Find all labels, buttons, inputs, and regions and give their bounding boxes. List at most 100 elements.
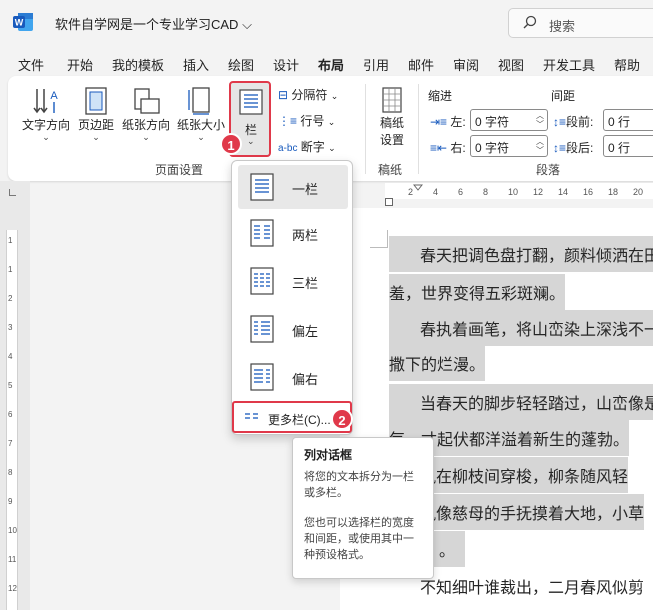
hyphenation-icon: a-bc (278, 143, 298, 154)
tab-home[interactable]: 开始 (67, 55, 93, 74)
indent-right-icon: ≡⇤ (430, 141, 448, 155)
line-numbers-button[interactable]: ⋮≡ 行号 ⌄ (278, 112, 335, 129)
columns-icon (239, 89, 263, 115)
space-after-input[interactable]: 0 行 (603, 135, 653, 157)
chevron-down-icon: ⌄ (327, 117, 336, 127)
chevron-down-icon: ⌄ (328, 143, 336, 153)
draft-paper-icon (382, 87, 402, 113)
left-column-icon (250, 315, 274, 343)
word-logo-icon: W (13, 13, 33, 31)
document-line: 羞，世界变得五彩斑斓。 (389, 274, 653, 310)
tab-help[interactable]: 帮助 (614, 55, 640, 74)
space-before-label: ↕≡段前: (553, 115, 594, 129)
size-button[interactable]: 纸张大小 ⌄ (175, 86, 227, 143)
indent-label: 缩进 (428, 89, 453, 103)
space-before-input[interactable]: 0 行 (603, 109, 653, 131)
ruler-number: 20 (633, 187, 644, 197)
one-column-icon (250, 173, 274, 201)
vertical-ruler-number: 8 (8, 468, 13, 477)
columns-option-right[interactable]: 偏右 (238, 355, 348, 399)
columns-option-one[interactable]: 一栏 (238, 165, 348, 209)
page-setup-group-label: 页面设置 (155, 163, 204, 177)
spinner-icon[interactable]: ︿ ﹀ (536, 111, 544, 129)
indent-left-label: ⇥≡ 左: (430, 115, 466, 129)
tab-review[interactable]: 审阅 (453, 55, 479, 74)
vertical-ruler-number: 7 (8, 439, 13, 448)
vertical-ruler-number: 12 (8, 584, 17, 593)
search-box[interactable]: 搜索 (508, 8, 653, 38)
right-column-icon (250, 363, 274, 391)
tab-layout[interactable]: 布局 (318, 55, 345, 81)
tab-file[interactable]: 文件 (18, 55, 44, 74)
document-line: 春执着画笔，将山峦染上深浅不一 (389, 310, 653, 346)
ruler-number: 8 (483, 187, 489, 197)
tab-developer[interactable]: 开发工具 (543, 55, 595, 74)
columns-option-two[interactable]: 两栏 (238, 211, 348, 255)
tab-references[interactable]: 引用 (363, 55, 389, 74)
indent-left-input[interactable]: 0 字符 ︿ ﹀ (470, 109, 548, 131)
tooltip-text: 您也可以选择栏的宽度和间距，或使用其中一种预设格式。 (304, 517, 414, 561)
columns-tooltip: 列对话框 将您的文本拆分为一栏或多栏。 您也可以选择栏的宽度和间距，或使用其中一… (292, 437, 434, 579)
ruler-number: 4 (433, 187, 439, 197)
tab-draw[interactable]: 绘图 (228, 55, 254, 74)
divider (365, 84, 366, 174)
line-numbers-icon: ⋮≡ (278, 114, 298, 128)
tooltip-text: 将您的文本拆分为一栏或多栏。 (304, 471, 414, 499)
vertical-ruler-number: 10 (8, 526, 17, 535)
indent-box-icon[interactable] (385, 198, 393, 206)
ruler-number: 18 (608, 187, 619, 197)
breaks-button[interactable]: ⊟ 分隔符 ⌄ (278, 86, 338, 103)
vertical-ruler-number: 11 (8, 555, 17, 564)
vertical-ruler-number: 1 (8, 265, 13, 274)
svg-text:W: W (15, 18, 24, 28)
two-columns-icon (250, 219, 274, 247)
ruler-number: 2 (408, 187, 414, 197)
chevron-down-icon: ⌄ (142, 132, 150, 142)
spinner-icon[interactable]: ︿ ﹀ (536, 137, 544, 155)
vertical-ruler-number: 5 (8, 381, 13, 390)
document-line: 撒下的烂漫。 (389, 345, 653, 381)
indent-right-input[interactable]: 0 字符 ︿ ﹀ (470, 135, 548, 157)
space-before-icon: ↕≡ (553, 115, 567, 129)
vertical-ruler[interactable] (6, 230, 18, 610)
columns-option-left[interactable]: 偏左 (238, 307, 348, 351)
ruler-number: 12 (533, 187, 544, 197)
tab-stop-icon[interactable] (9, 189, 16, 196)
draft-paper-button[interactable]: 稿纸 设置 (372, 86, 412, 148)
vertical-ruler-number: 9 (8, 497, 13, 506)
chevron-down-icon: ⌄ (42, 132, 50, 142)
text-direction-button[interactable]: A 文字方向 ⌄ (20, 86, 72, 143)
tab-mailings[interactable]: 邮件 (408, 55, 434, 74)
tooltip-title: 列对话框 (304, 448, 353, 462)
chevron-down-icon: ⌄ (330, 91, 339, 101)
tab-insert[interactable]: 插入 (183, 55, 209, 74)
search-icon (523, 15, 537, 29)
tab-my-templates[interactable]: 我的模板 (112, 55, 164, 74)
tab-design[interactable]: 设计 (273, 55, 299, 74)
divider (418, 84, 419, 174)
vertical-ruler-number: 4 (8, 352, 13, 361)
indent-left-icon: ⇥≡ (430, 115, 448, 129)
columns-dropdown: 一栏 两栏 三栏 偏左 偏右 (231, 160, 353, 435)
vertical-ruler-number: 1 (8, 236, 13, 245)
ruler-number: 16 (583, 187, 594, 197)
document-title[interactable]: 软件自学网是一个专业学习CAD ⌵ (55, 14, 252, 33)
vertical-ruler-number: 2 (8, 294, 13, 303)
hyphenation-button[interactable]: a-bc 断字 ⌄ (278, 138, 336, 155)
menu-bar: 文件 开始 我的模板 插入 绘图 设计 布局 引用 邮件 审阅 视图 开发工具 … (0, 46, 653, 81)
vertical-ruler-number: 6 (8, 410, 13, 419)
margins-button[interactable]: 页边距 ⌄ (76, 86, 116, 143)
orientation-icon (134, 88, 160, 114)
step-badge-1: 1 (220, 133, 242, 155)
page-corner-mark (370, 230, 388, 248)
tab-view[interactable]: 视图 (498, 55, 524, 74)
indent-right-label: ≡⇤ 右: (430, 141, 466, 155)
indent-marker-icon[interactable] (412, 183, 424, 193)
columns-option-three[interactable]: 三栏 (238, 259, 348, 303)
paragraph-group-label: 段落 (536, 163, 561, 177)
three-columns-icon (250, 267, 274, 295)
chevron-down-icon: ⌵ (242, 17, 252, 32)
orientation-button[interactable]: 纸张方向 ⌄ (119, 86, 173, 143)
document-line: 当春天的脚步轻轻踏过，山峦像是 (389, 384, 653, 420)
text-direction-icon: A (33, 89, 58, 114)
